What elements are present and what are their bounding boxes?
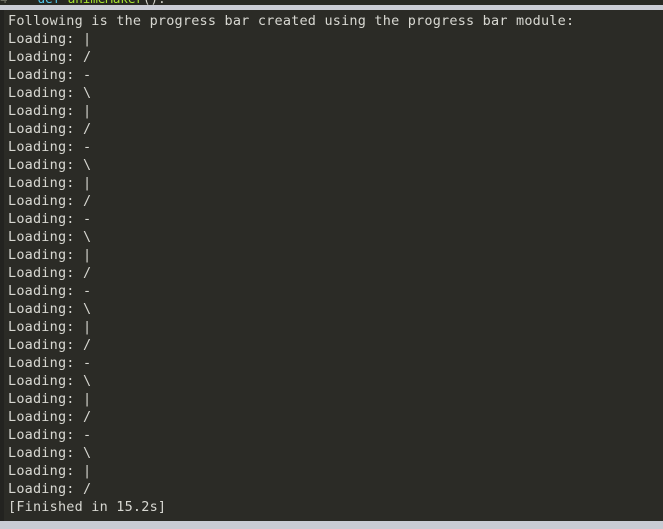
console-line: Loading: | bbox=[8, 103, 92, 119]
console-line: Loading: - bbox=[8, 139, 92, 155]
console-line: Loading: \ bbox=[8, 445, 92, 461]
console-line: Loading: \ bbox=[8, 301, 92, 317]
console-line: Loading: / bbox=[8, 193, 92, 209]
console-line: Loading: - bbox=[8, 355, 92, 371]
console-line: Loading: | bbox=[8, 391, 92, 407]
console-line: Loading: - bbox=[8, 211, 92, 227]
console-line: Loading: / bbox=[8, 49, 92, 65]
console-line: Loading: \ bbox=[8, 157, 92, 173]
console-line: Loading: - bbox=[8, 283, 92, 299]
console-line: Loading: / bbox=[8, 337, 92, 353]
build-output-console[interactable]: Following is the progress bar created us… bbox=[0, 10, 663, 521]
console-line: Loading: - bbox=[8, 67, 92, 83]
console-line: [Finished in 15.2s] bbox=[8, 499, 167, 515]
console-line: Loading: \ bbox=[8, 373, 92, 389]
sublime-text-window: 4 def animeMaker(): Following is the pro… bbox=[0, 0, 663, 529]
console-line: Loading: | bbox=[8, 247, 92, 263]
console-line: Loading: \ bbox=[8, 85, 92, 101]
console-line: Loading: / bbox=[8, 265, 92, 281]
console-line: Loading: | bbox=[8, 319, 92, 335]
console-output-text: Following is the progress bar created us… bbox=[4, 10, 663, 516]
console-line: Loading: | bbox=[8, 31, 92, 47]
console-line: Loading: / bbox=[8, 121, 92, 137]
console-line: Loading: | bbox=[8, 463, 92, 479]
console-line: Loading: / bbox=[8, 481, 92, 497]
console-line: Following is the progress bar created us… bbox=[8, 13, 575, 29]
console-line: Loading: | bbox=[8, 175, 92, 191]
console-line: Loading: / bbox=[8, 409, 92, 425]
window-bottom-strip bbox=[0, 521, 663, 529]
console-line: Loading: - bbox=[8, 427, 92, 443]
console-line: Loading: \ bbox=[8, 229, 92, 245]
